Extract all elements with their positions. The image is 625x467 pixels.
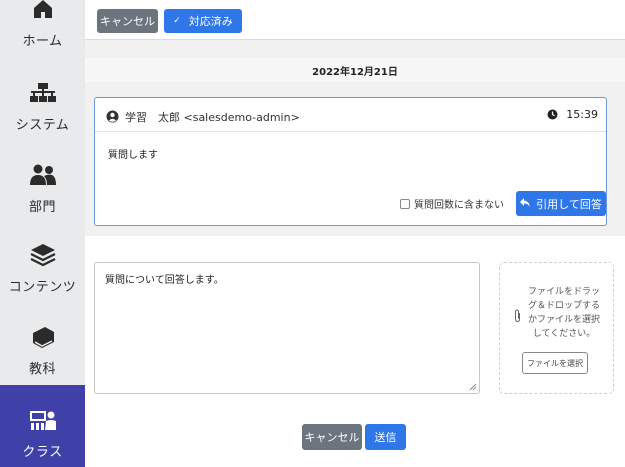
thread-date: 2022年12月21日	[312, 67, 398, 78]
check-icon: ✓	[173, 16, 181, 26]
sidebar-item-label: ホーム	[22, 34, 63, 49]
sidebar-item-system[interactable]: システム	[0, 62, 85, 144]
sidebar-item-department[interactable]: 部門	[0, 144, 85, 226]
book-icon	[28, 322, 58, 352]
sidebar-item-label: 教科	[28, 362, 56, 377]
message-time: 15:39	[547, 108, 598, 123]
message-body: 質問します	[108, 150, 158, 161]
message-header: 学習 太郎 <salesdemo-admin> 15:39	[95, 98, 606, 132]
quote-reply-button[interactable]: 引用して回答	[516, 191, 606, 216]
reply-arrow-icon	[520, 197, 531, 210]
message-card: 学習 太郎 <salesdemo-admin> 15:39 質問します 質問回数…	[94, 97, 607, 226]
sidebar-item-label: システム	[15, 118, 70, 133]
cancel-button[interactable]: キャンセル	[97, 9, 158, 33]
sidebar-item-home[interactable]: ホーム	[0, 0, 85, 62]
mark-done-label: 対応済み	[188, 15, 233, 28]
send-button[interactable]: 送信	[365, 424, 406, 450]
drop-instructions: ファイルをドラッグ＆ドロップするかファイルを選択してください。	[527, 287, 600, 339]
message-author: 学習 太郎 <salesdemo-admin>	[125, 111, 300, 124]
chalkboard-teacher-icon	[28, 405, 58, 435]
exclude-count-label: 質問回数に含まない	[414, 200, 504, 211]
reply-cancel-button[interactable]: キャンセル	[302, 424, 362, 450]
quote-reply-label: 引用して回答	[536, 197, 602, 211]
sidebar-item-label: コンテンツ	[8, 280, 77, 295]
sidebar: ホーム システム 部門 コンテンツ 教科 クラス	[0, 0, 85, 467]
mark-done-button[interactable]: ✓ 対応済み	[164, 9, 242, 33]
reply-textarea[interactable]: 質問について回答します。	[94, 262, 480, 394]
paperclip-icon	[513, 308, 522, 327]
top-toolbar: キャンセル ✓ 対応済み	[85, 0, 625, 40]
sidebar-item-label: 部門	[28, 200, 56, 215]
exclude-count-checkbox[interactable]: 質問回数に含まない	[400, 196, 504, 211]
sidebar-item-class[interactable]: クラス	[0, 385, 85, 467]
reply-text: 質問について回答します。	[105, 275, 224, 286]
sidebar-item-label: クラス	[22, 445, 63, 460]
sitemap-icon	[28, 78, 58, 108]
message-time-value: 15:39	[566, 108, 598, 121]
choose-file-button[interactable]: ファイルを選択	[522, 352, 588, 374]
file-drop-zone[interactable]: ファイルをドラッグ＆ドロップするかファイルを選択してください。 ファイルを選択	[499, 262, 614, 394]
home-icon	[28, 0, 58, 24]
checkbox-box[interactable]	[400, 198, 410, 209]
sidebar-item-subjects[interactable]: 教科	[0, 308, 85, 390]
user-circle-icon	[106, 108, 119, 127]
layers-icon	[28, 240, 58, 270]
clock-icon	[547, 109, 558, 123]
sidebar-item-contents[interactable]: コンテンツ	[0, 226, 85, 308]
main-panel: キャンセル ✓ 対応済み 2022年12月21日 学習 太郎 <salesdem…	[85, 0, 625, 467]
users-icon	[28, 160, 58, 190]
resize-handle-icon[interactable]	[469, 383, 477, 391]
